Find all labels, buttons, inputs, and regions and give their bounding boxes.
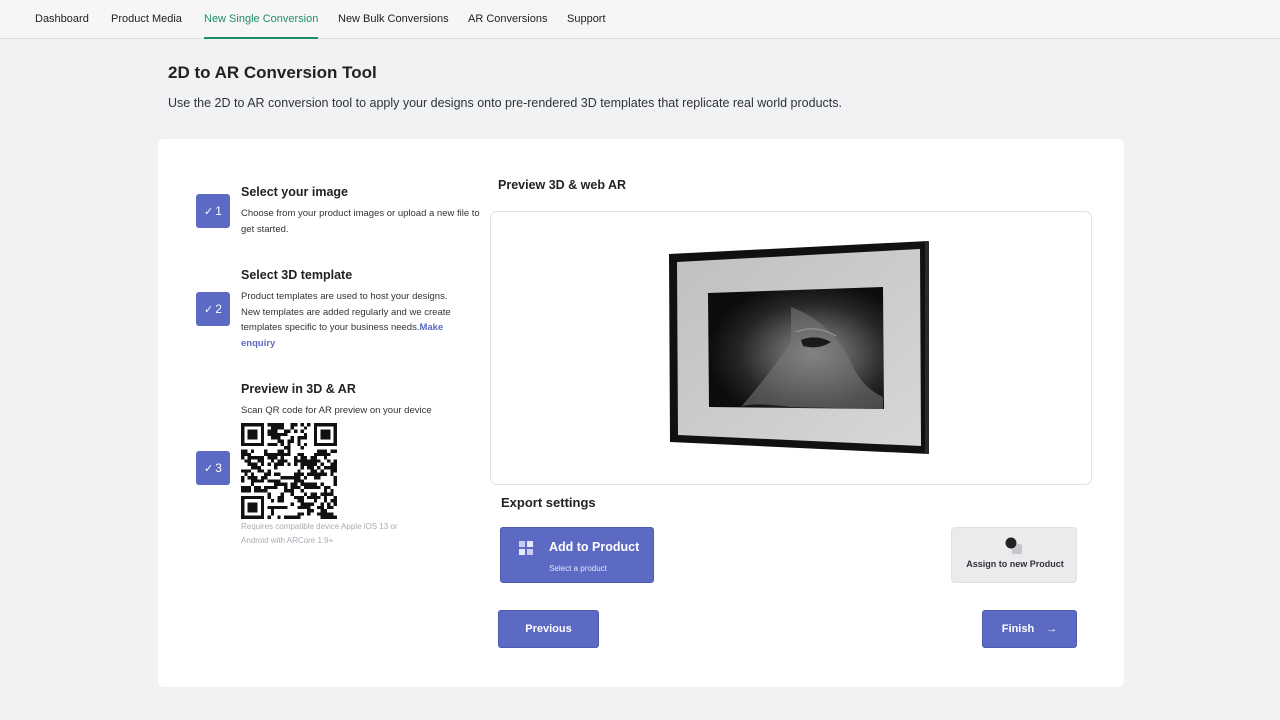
- tab-new-single-conversion[interactable]: New Single Conversion: [204, 0, 319, 39]
- finish-button[interactable]: Finish →: [982, 610, 1077, 648]
- check-icon: ✓: [204, 205, 214, 218]
- tab-new-bulk-conversions[interactable]: New Bulk Conversions: [338, 0, 449, 39]
- top-nav: Dashboard Product Media New Single Conve…: [0, 0, 1280, 39]
- grid-icon: [519, 541, 533, 555]
- preview-3d-viewer[interactable]: [490, 211, 1092, 485]
- step-1-text: Choose from your product images or uploa…: [241, 208, 480, 235]
- add-to-product-sublabel: Select a product: [549, 564, 607, 573]
- arrow-right-icon: →: [1046, 623, 1058, 635]
- export-settings-title: Export settings: [501, 495, 596, 510]
- add-to-product-button[interactable]: Add to Product Select a product: [500, 527, 654, 583]
- check-icon: ✓: [204, 303, 214, 316]
- tab-product-media[interactable]: Product Media: [111, 0, 182, 39]
- step-2-text: Product templates are used to host your …: [241, 289, 466, 351]
- product-shapes-icon: [1005, 537, 1022, 554]
- step-number: 2: [215, 302, 222, 316]
- finish-label: Finish: [1001, 623, 1035, 635]
- step-2-badge: ✓ 2: [196, 292, 230, 326]
- tab-support[interactable]: Support: [567, 0, 606, 39]
- preview-title: Preview 3D & web AR: [498, 178, 627, 192]
- framed-print-3d-model[interactable]: [491, 212, 1092, 485]
- page-description: Use the 2D to AR conversion tool to appl…: [168, 96, 842, 110]
- step-number: 1: [215, 204, 222, 218]
- step-3-badge: ✓ 3: [196, 451, 230, 485]
- qr-code: [241, 423, 337, 519]
- device-requirements-note: Requires compatible device Apple iOS 13 …: [241, 522, 398, 545]
- add-to-product-label: Add to Product: [549, 540, 640, 554]
- step-3-title: Preview in 3D & AR: [241, 382, 356, 396]
- previous-button[interactable]: Previous: [498, 610, 599, 648]
- step-1-badge: ✓ 1: [196, 194, 230, 228]
- previous-label: Previous: [525, 623, 572, 635]
- step-3-text: Scan QR code for AR preview on your devi…: [241, 405, 432, 416]
- assign-to-new-product-label: Assign to new Product: [966, 559, 1064, 569]
- assign-to-new-product-button[interactable]: Assign to new Product: [951, 527, 1077, 583]
- tab-ar-conversions[interactable]: AR Conversions: [468, 0, 547, 39]
- step-1-title: Select your image: [241, 185, 348, 199]
- check-icon: ✓: [204, 462, 214, 475]
- page-title: 2D to AR Conversion Tool: [168, 63, 377, 82]
- tab-dashboard[interactable]: Dashboard: [35, 0, 89, 39]
- step-2-title: Select 3D template: [241, 268, 353, 282]
- step-number: 3: [215, 461, 222, 475]
